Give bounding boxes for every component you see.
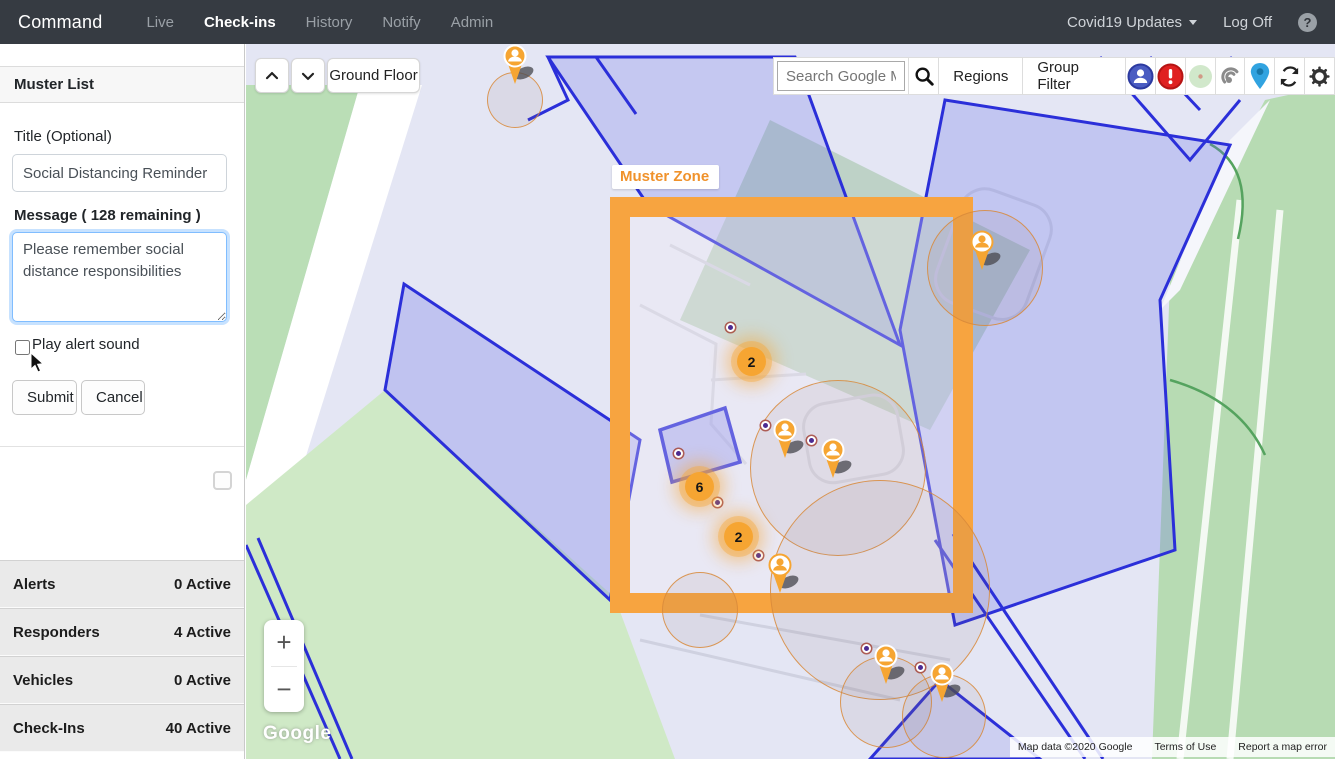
cluster-marker[interactable]: 2 xyxy=(724,522,753,551)
vehicles-toggle-button[interactable] xyxy=(1216,57,1246,95)
play-alert-label: Play alert sound xyxy=(32,336,140,353)
mouse-cursor xyxy=(30,352,45,373)
cluster-marker[interactable]: 6 xyxy=(685,472,714,501)
person-marker[interactable] xyxy=(871,644,905,686)
zoom-out-button[interactable]: − xyxy=(264,667,304,713)
nav-item-admin[interactable]: Admin xyxy=(451,14,494,31)
navbar-right: Covid19 Updates Log Off ? xyxy=(1067,13,1317,32)
covid19-updates-dropdown[interactable]: Covid19 Updates xyxy=(1067,14,1197,31)
search-cell xyxy=(773,57,909,95)
submit-button[interactable]: Submit xyxy=(12,380,77,415)
checkins-toggle-icon xyxy=(1187,63,1214,90)
checkin-dot-marker[interactable] xyxy=(761,421,770,430)
chevron-down-icon xyxy=(1189,20,1197,25)
stat-label: Alerts xyxy=(13,576,56,593)
person-marker[interactable] xyxy=(927,662,961,704)
chevron-up-icon xyxy=(262,66,282,86)
nav-item-live[interactable]: Live xyxy=(146,14,174,31)
report-map-error-link[interactable]: Report a map error xyxy=(1238,741,1327,753)
map-container: Muster Zone xyxy=(246,44,1335,759)
alerts-toggle-button[interactable] xyxy=(1156,57,1186,95)
stat-label: Check-Ins xyxy=(13,720,85,737)
help-icon[interactable]: ? xyxy=(1298,13,1317,32)
stat-value: 0 Active xyxy=(174,576,231,593)
search-icon xyxy=(913,65,935,87)
checkins-toggle-button[interactable] xyxy=(1186,57,1216,95)
map-attribution: Map data ©2020 Google Terms of Use Repor… xyxy=(1010,737,1335,757)
person-marker[interactable] xyxy=(818,438,852,480)
brand-command[interactable]: Command xyxy=(18,12,102,33)
message-label: Message ( 128 remaining ) xyxy=(14,207,201,224)
top-navbar: Command Live Check-ins History Notify Ad… xyxy=(0,0,1335,44)
play-alert-checkbox[interactable] xyxy=(15,340,30,355)
title-label: Title (Optional) xyxy=(14,128,112,145)
terms-of-use-link[interactable]: Terms of Use xyxy=(1154,741,1216,753)
message-textarea[interactable]: Please remember social distance responsi… xyxy=(12,232,227,322)
stat-row-check-ins[interactable]: Check-Ins 40 Active xyxy=(0,704,244,752)
vehicles-toggle-icon xyxy=(1217,63,1244,90)
stat-row-alerts[interactable]: Alerts 0 Active xyxy=(0,560,244,608)
muster-sidebar: Muster List Title (Optional) Message ( 1… xyxy=(0,44,245,759)
floor-control: Ground Floor xyxy=(255,58,420,93)
alerts-toggle-icon xyxy=(1157,63,1184,90)
search-input[interactable] xyxy=(777,61,905,91)
person-marker[interactable] xyxy=(765,553,799,595)
floor-selector-label[interactable]: Ground Floor xyxy=(327,58,420,93)
map-zoom-control: + − xyxy=(264,620,304,712)
list-select-checkbox[interactable] xyxy=(213,471,232,490)
covid19-updates-label: Covid19 Updates xyxy=(1067,14,1182,31)
responders-toggle-button[interactable] xyxy=(1126,57,1156,95)
regions-button[interactable]: Regions xyxy=(939,57,1023,95)
map-canvas[interactable] xyxy=(246,44,1335,759)
settings-gear-icon xyxy=(1308,65,1331,88)
location-pin-button[interactable] xyxy=(1245,57,1275,95)
checkin-dot-marker[interactable] xyxy=(862,644,871,653)
muster-list-header: Muster List xyxy=(0,66,244,103)
responders-toggle-icon xyxy=(1127,63,1154,90)
google-logo[interactable]: Google xyxy=(263,723,331,745)
checkin-dot-marker[interactable] xyxy=(916,663,925,672)
checkin-dot-marker[interactable] xyxy=(726,323,735,332)
refresh-icon xyxy=(1278,65,1301,88)
muster-zone-label: Muster Zone xyxy=(612,165,719,189)
log-off-button[interactable]: Log Off xyxy=(1223,14,1272,31)
floor-down-button[interactable] xyxy=(291,58,325,93)
stat-label: Responders xyxy=(13,624,100,641)
search-button[interactable] xyxy=(909,57,939,95)
location-pin-icon xyxy=(1248,62,1272,91)
cluster-marker[interactable]: 2 xyxy=(737,347,766,376)
sidebar-divider xyxy=(0,446,244,447)
floor-up-button[interactable] xyxy=(255,58,289,93)
stat-row-vehicles[interactable]: Vehicles 0 Active xyxy=(0,656,244,704)
checkin-dot-marker[interactable] xyxy=(713,498,722,507)
stat-value: 0 Active xyxy=(174,672,231,689)
cancel-button[interactable]: Cancel xyxy=(81,380,145,415)
title-input[interactable] xyxy=(12,154,227,192)
checkin-dot-marker[interactable] xyxy=(674,449,683,458)
stat-value: 4 Active xyxy=(174,624,231,641)
group-filter-button[interactable]: Group Filter xyxy=(1023,57,1126,95)
nav-item-check-ins[interactable]: Check-ins xyxy=(204,14,276,31)
nav-item-history[interactable]: History xyxy=(306,14,353,31)
checkin-dot-marker[interactable] xyxy=(807,436,816,445)
person-marker[interactable] xyxy=(500,44,534,86)
map-toolbar: Regions Group Filter xyxy=(773,57,1335,95)
stat-row-responders[interactable]: Responders 4 Active xyxy=(0,608,244,656)
person-marker[interactable] xyxy=(967,230,1001,272)
stat-label: Vehicles xyxy=(13,672,73,689)
checkin-dot-marker[interactable] xyxy=(754,551,763,560)
map-data-copyright: Map data ©2020 Google xyxy=(1018,741,1133,753)
settings-button[interactable] xyxy=(1305,57,1335,95)
app-window: Command Live Check-ins History Notify Ad… xyxy=(0,0,1335,759)
refresh-button[interactable] xyxy=(1275,57,1305,95)
stat-value: 40 Active xyxy=(166,720,231,737)
status-summary: Alerts 0 Active Responders 4 Active Vehi… xyxy=(0,560,244,752)
chevron-down-icon xyxy=(298,66,318,86)
nav-item-notify[interactable]: Notify xyxy=(382,14,420,31)
zoom-in-button[interactable]: + xyxy=(264,620,304,666)
person-marker[interactable] xyxy=(770,418,804,460)
